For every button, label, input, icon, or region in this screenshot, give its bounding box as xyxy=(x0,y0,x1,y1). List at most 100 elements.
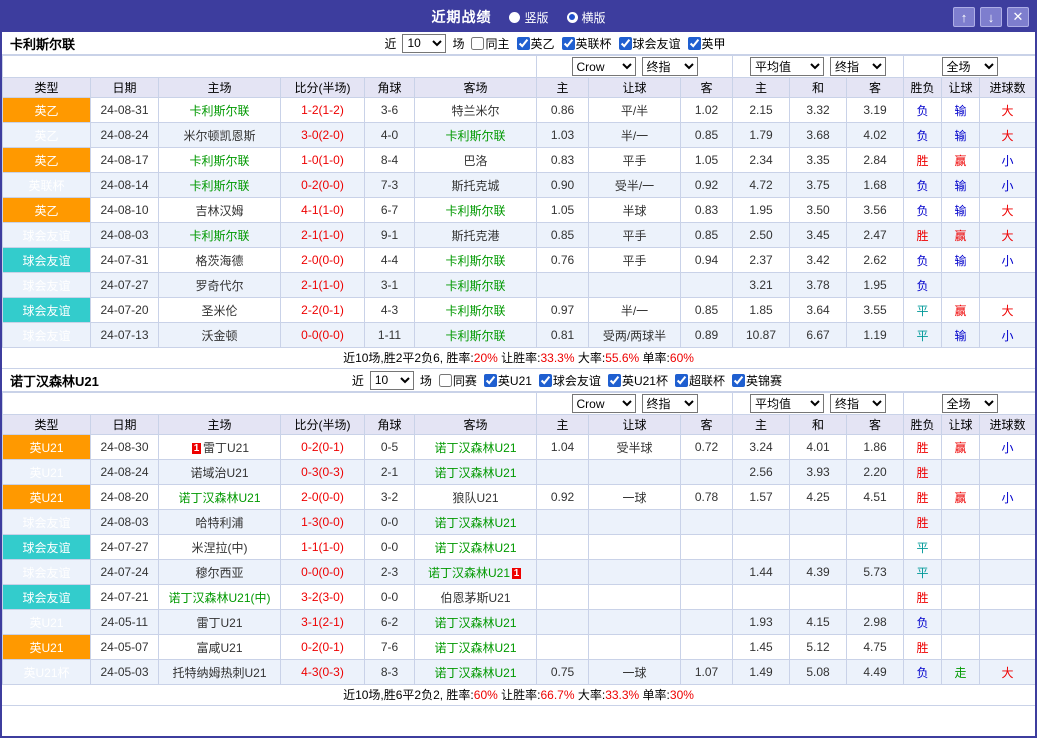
away-odds-cell xyxy=(680,459,733,485)
scroll-up-button[interactable]: ↑ xyxy=(953,7,975,27)
handicap-result-cell: 赢 xyxy=(941,297,981,323)
league-type-cell: 英U21 xyxy=(2,459,91,485)
team-name-text: 诺丁汉森林U21 xyxy=(434,465,517,480)
avg-home-odds-cell: 4.72 xyxy=(732,172,790,198)
score-cell: 3-2(3-0) xyxy=(280,584,365,610)
column-header: 日期 xyxy=(90,414,159,435)
league-filter-checkbox-input[interactable] xyxy=(561,36,575,50)
date-cell: 24-08-03 xyxy=(90,222,159,248)
match-count-select[interactable]: 10 xyxy=(369,370,414,390)
final-odds-select[interactable]: 终指 xyxy=(641,57,698,76)
league-filter-checkbox[interactable]: 球会友谊 xyxy=(538,372,601,389)
same-filter-checkbox[interactable]: 同赛 xyxy=(438,372,477,389)
result-text: 大 xyxy=(1001,203,1014,218)
final-odds-select-2[interactable]: 终指 xyxy=(830,394,886,413)
league-type-cell: 球会友谊 xyxy=(2,584,91,610)
league-filter-checkbox[interactable]: 英U21杯 xyxy=(607,372,668,389)
avg-home-odds-cell xyxy=(732,584,790,610)
avg-away-odds-cell: 4.51 xyxy=(845,484,905,510)
result-cell: 胜 xyxy=(903,222,943,248)
league-type-cell: 英U21 xyxy=(2,634,91,660)
date-cell: 24-08-14 xyxy=(90,172,159,198)
results-table: Crow 终指 平均值 终指 全场 类型 日期 主场 比分(半场) 角球 客场主让球客主和客胜负 让球… xyxy=(2,392,1035,685)
match-count-select[interactable]: 10 xyxy=(402,33,447,53)
goals-cell: 大 xyxy=(979,97,1035,123)
average-select[interactable]: 平均值 xyxy=(750,394,824,413)
scope-select[interactable]: 全场 xyxy=(941,57,998,76)
handicap-result-cell: 赢 xyxy=(941,147,981,173)
handicap-cell: 平手 xyxy=(588,222,681,248)
date-cell: 24-07-13 xyxy=(90,322,159,348)
column-header: 角球 xyxy=(364,414,415,435)
league-filter-checkbox[interactable]: 英乙 xyxy=(516,35,555,52)
final-odds-select-2[interactable]: 终指 xyxy=(830,57,886,76)
handicap-cell: 半球 xyxy=(588,197,681,223)
team-name-text: 卡利斯尔联 xyxy=(445,278,506,293)
league-filter-checkbox-input[interactable] xyxy=(687,36,701,50)
same-filter-checkbox-input[interactable] xyxy=(471,36,485,50)
vertical-radio-label: 竖版 xyxy=(524,10,549,25)
average-select[interactable]: 平均值 xyxy=(750,57,824,76)
league-filter-checkbox[interactable]: 英U21 xyxy=(483,372,532,389)
league-filter-checkbox-input[interactable] xyxy=(731,373,745,387)
home-odds-cell xyxy=(536,272,589,298)
avg-draw-odds-cell xyxy=(789,584,847,610)
home-team-cell: 米尔顿凯恩斯 xyxy=(158,122,281,148)
odds-company-select[interactable]: Crow xyxy=(571,57,636,76)
handicap-cell xyxy=(588,584,681,610)
league-filter-checkbox-input[interactable] xyxy=(607,373,621,387)
same-filter-checkbox[interactable]: 同主 xyxy=(471,35,510,52)
column-header: 客场 xyxy=(414,414,537,435)
away-odds-cell: 0.85 xyxy=(680,297,733,323)
league-filter-checkbox[interactable]: 英联杯 xyxy=(561,35,612,52)
team-name-text: 诺丁汉森林U21 xyxy=(434,665,517,680)
avg-draw-odds-cell: 4.39 xyxy=(789,559,847,585)
column-header: 和 xyxy=(789,77,847,98)
score-cell: 0-0(0-0) xyxy=(280,559,365,585)
summary-segment: 让胜率: xyxy=(497,351,541,365)
result-cell: 负 xyxy=(903,247,943,273)
home-team-cell: 雷丁U21 xyxy=(158,609,281,635)
league-filter-checkbox-input[interactable] xyxy=(618,36,632,50)
league-filter-checkbox-input[interactable] xyxy=(483,373,497,387)
avg-draw-odds-cell: 3.32 xyxy=(789,97,847,123)
result-cell: 平 xyxy=(903,534,943,560)
league-filter-checkbox[interactable]: 球会友谊 xyxy=(618,35,681,52)
result-text: 胜 xyxy=(916,640,929,655)
column-header: 客 xyxy=(680,77,733,98)
league-filter-checkbox[interactable]: 超联杯 xyxy=(674,372,725,389)
league-filter-checkbox-input[interactable] xyxy=(538,373,552,387)
layout-horizontal-radio[interactable]: 横版 xyxy=(566,9,606,26)
layout-vertical-radio[interactable]: 竖版 xyxy=(509,9,549,26)
team-name-text: 卡利斯尔联 xyxy=(445,203,506,218)
league-filter-checkbox-input[interactable] xyxy=(674,373,688,387)
date-cell: 24-05-07 xyxy=(90,634,159,660)
league-filter-checkbox-input[interactable] xyxy=(516,36,530,50)
avg-away-odds-cell: 1.86 xyxy=(845,434,905,460)
column-header: 角球 xyxy=(364,77,415,98)
scope-dropdown-group: 全场 xyxy=(903,392,1035,415)
home-team-cell: 诺域治U21 xyxy=(158,459,281,485)
home-odds-cell: 0.86 xyxy=(536,97,589,123)
avg-draw-odds-cell: 3.78 xyxy=(789,272,847,298)
filter-near-label: 近 xyxy=(351,373,364,388)
team-name-text: 诺丁汉森林U21 xyxy=(178,490,261,505)
result-text: 胜 xyxy=(916,440,929,455)
away-odds-cell: 0.94 xyxy=(680,247,733,273)
close-button[interactable]: ✕ xyxy=(1007,7,1029,27)
final-odds-select[interactable]: 终指 xyxy=(641,394,698,413)
away-team-cell: 卡利斯尔联 xyxy=(414,272,537,298)
scroll-down-button[interactable]: ↓ xyxy=(980,7,1002,27)
away-odds-cell: 0.92 xyxy=(680,172,733,198)
home-team-cell: 1 雷丁U21 xyxy=(158,434,281,460)
odds-company-select[interactable]: Crow xyxy=(571,394,636,413)
table-row: 英U21 24-08-20 诺丁汉森林U21 2-0(0-0) 3-2 狼队U21 0.92… xyxy=(2,484,1035,510)
league-filter-checkbox[interactable]: 英甲 xyxy=(687,35,726,52)
radio-selected-icon xyxy=(566,11,578,23)
home-odds-cell xyxy=(536,609,589,635)
goals-cell: 小 xyxy=(979,434,1035,460)
same-filter-checkbox-input[interactable] xyxy=(438,373,452,387)
scope-select[interactable]: 全场 xyxy=(941,394,998,413)
league-filter-checkbox[interactable]: 英锦赛 xyxy=(731,372,782,389)
handicap-result-cell: 赢 xyxy=(941,484,981,510)
